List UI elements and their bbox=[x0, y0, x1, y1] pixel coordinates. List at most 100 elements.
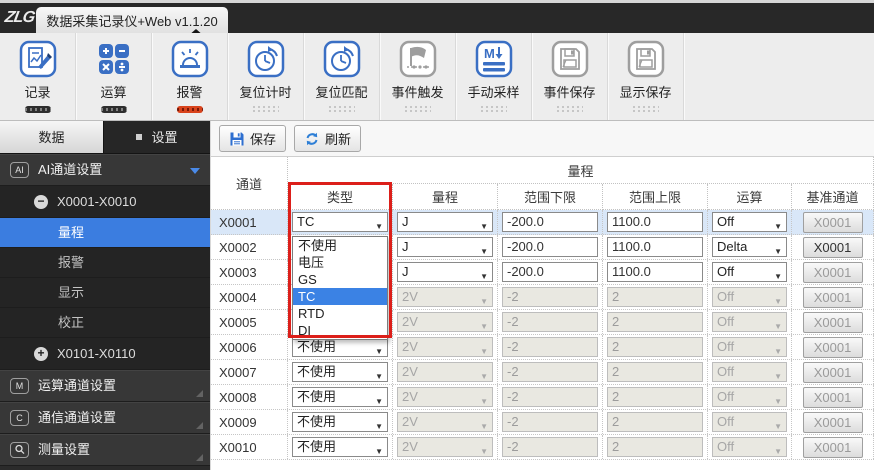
channel-label: X0004 bbox=[211, 285, 287, 310]
dropdown-arrow-icon: ▼ bbox=[480, 368, 488, 386]
ref-channel-button: X0001 bbox=[803, 262, 863, 283]
record-status bbox=[25, 106, 51, 113]
upper-limit-input[interactable]: 1100.0 bbox=[607, 237, 703, 257]
dropdown-arrow-icon: ▼ bbox=[480, 318, 488, 336]
ref-channel-button[interactable]: X0001 bbox=[803, 237, 863, 258]
sidebar-item-x0101-x0110[interactable]: + X0101-X0110 bbox=[0, 338, 210, 370]
type-select[interactable]: 不使用▼ bbox=[292, 437, 388, 457]
upper-limit-cell: 1100.0 bbox=[603, 235, 708, 259]
channel-cell: X0009 bbox=[211, 410, 288, 434]
type-select[interactable]: 不使用▼ bbox=[292, 387, 388, 407]
sidebar-item-label: 显示 bbox=[58, 278, 84, 308]
channel-label: X0006 bbox=[211, 335, 287, 360]
lower-limit-input[interactable]: -200.0 bbox=[502, 212, 598, 232]
event-trigger-button[interactable]: 事件触发 bbox=[380, 33, 456, 120]
range-select[interactable]: J▼ bbox=[397, 212, 493, 232]
refresh-button[interactable]: 刷新 bbox=[294, 125, 361, 152]
ref-channel-button: X0001 bbox=[803, 412, 863, 433]
calc-cell: Off▼ bbox=[708, 260, 792, 284]
dropdown-arrow-icon: ▼ bbox=[480, 268, 488, 286]
lower-limit-input: -2 bbox=[502, 312, 598, 332]
display-save-icon bbox=[626, 39, 666, 79]
dropdown-option-gs[interactable]: GS bbox=[293, 271, 387, 288]
range-cell: J▼ bbox=[393, 260, 498, 284]
dropdown-arrow-icon: ▼ bbox=[774, 393, 782, 411]
dropdown-arrow-icon: ▼ bbox=[480, 343, 488, 361]
lower-limit-input: -2 bbox=[502, 287, 598, 307]
event-save-button[interactable]: 事件保存 bbox=[532, 33, 608, 120]
sidebar-item-calibration[interactable]: 校正 bbox=[0, 308, 210, 338]
display-save-label: 显示保存 bbox=[608, 82, 683, 101]
dropdown-option-voltage[interactable]: 电压 bbox=[293, 254, 387, 271]
dropdown-option-rtd[interactable]: RTD bbox=[293, 305, 387, 322]
channel-cell: X0002 bbox=[211, 235, 288, 259]
sidebar-item-measure-settings[interactable]: 测量设置 bbox=[0, 434, 210, 466]
sidebar-item-display[interactable]: 显示 bbox=[0, 278, 210, 308]
lower-limit-input[interactable]: -200.0 bbox=[502, 237, 598, 257]
tab-settings[interactable]: 设置 bbox=[104, 121, 210, 153]
math-button[interactable]: 运算 bbox=[76, 33, 152, 120]
type-select[interactable]: 不使用▼ bbox=[292, 362, 388, 382]
range-cell: J▼ bbox=[393, 235, 498, 259]
type-select[interactable]: 不使用▼ bbox=[292, 412, 388, 432]
upper-limit-input: 2 bbox=[607, 387, 703, 407]
svg-text:M: M bbox=[484, 46, 495, 61]
range-cell: 2V▼ bbox=[393, 335, 498, 359]
sidebar-item-x0001-x0010[interactable]: − X0001-X0010 bbox=[0, 186, 210, 218]
ref-channel-button: X0001 bbox=[803, 212, 863, 233]
column-header-type: 类型 bbox=[288, 184, 393, 210]
range-select: 2V▼ bbox=[397, 437, 493, 457]
channel-cell: X0007 bbox=[211, 360, 288, 384]
dropdown-option-tc[interactable]: TC bbox=[293, 288, 387, 305]
range-select[interactable]: J▼ bbox=[397, 237, 493, 257]
channel-label: X0001 bbox=[211, 210, 287, 235]
range-select[interactable]: J▼ bbox=[397, 262, 493, 282]
expand-plus-icon[interactable]: + bbox=[34, 347, 48, 361]
dropdown-arrow-icon: ▼ bbox=[375, 418, 383, 436]
dropdown-option-di[interactable]: DI bbox=[293, 322, 387, 339]
range-select: 2V▼ bbox=[397, 362, 493, 382]
alarm-button[interactable]: 报警 bbox=[152, 33, 228, 120]
ref-channel-cell: X0001 bbox=[792, 360, 874, 384]
sidebar-item-alarm[interactable]: 报警 bbox=[0, 248, 210, 278]
sidebar-item-ai-channel-settings[interactable]: AI AI通道设置 bbox=[0, 154, 210, 186]
reset-match-button[interactable]: 复位匹配 bbox=[304, 33, 380, 120]
range-cell: 2V▼ bbox=[393, 435, 498, 459]
calc-select[interactable]: Delta▼ bbox=[712, 237, 787, 257]
save-button[interactable]: 保存 bbox=[219, 125, 286, 152]
dropdown-arrow-icon: ▼ bbox=[774, 268, 782, 286]
calc-cell: Off▼ bbox=[708, 410, 792, 434]
tab-data[interactable]: 数据 bbox=[0, 121, 104, 153]
ref-channel-button: X0001 bbox=[803, 337, 863, 358]
display-save-button[interactable]: 显示保存 bbox=[608, 33, 684, 120]
calc-select[interactable]: Off▼ bbox=[712, 262, 787, 282]
dropdown-arrow-icon: ▼ bbox=[375, 343, 383, 361]
range-cell: J▼ bbox=[393, 210, 498, 234]
reset-timer-button[interactable]: 复位计时 bbox=[228, 33, 304, 120]
event-save-label: 事件保存 bbox=[532, 82, 607, 101]
upper-limit-input[interactable]: 1100.0 bbox=[607, 262, 703, 282]
dropdown-arrow-icon: ▼ bbox=[480, 243, 488, 261]
collapse-minus-icon[interactable]: − bbox=[34, 195, 48, 209]
sidebar-item-comm-channel-settings[interactable]: C 通信通道设置 bbox=[0, 402, 210, 434]
ref-channel-cell: X0001 bbox=[792, 210, 874, 234]
dropdown-option-unused[interactable]: 不使用 bbox=[293, 237, 387, 254]
range-cell: 2V▼ bbox=[393, 410, 498, 434]
type-dropdown-list: 不使用 电压 GS TC RTD DI bbox=[292, 236, 388, 340]
type-select[interactable]: 不使用▼ bbox=[292, 337, 388, 357]
lower-limit-input[interactable]: -200.0 bbox=[502, 262, 598, 282]
manual-sample-button[interactable]: M 手动采样 bbox=[456, 33, 532, 120]
sidebar-item-label: 测量设置 bbox=[38, 435, 90, 465]
range-cell: 2V▼ bbox=[393, 385, 498, 409]
record-button[interactable]: 记录 bbox=[0, 33, 76, 120]
calc-select[interactable]: Off▼ bbox=[712, 212, 787, 232]
dropdown-arrow-icon: ▼ bbox=[774, 343, 782, 361]
column-header-range: 量程 bbox=[393, 184, 498, 210]
upper-limit-input[interactable]: 1100.0 bbox=[607, 212, 703, 232]
sidebar-item-range[interactable]: 量程 bbox=[0, 218, 210, 248]
channel-label: X0002 bbox=[211, 235, 287, 260]
sidebar-item-math-channel-settings[interactable]: M 运算通道设置 bbox=[0, 370, 210, 402]
range-cell: 2V▼ bbox=[393, 285, 498, 309]
channel-cell: X0004 bbox=[211, 285, 288, 309]
type-select[interactable]: TC▼ bbox=[292, 212, 388, 232]
